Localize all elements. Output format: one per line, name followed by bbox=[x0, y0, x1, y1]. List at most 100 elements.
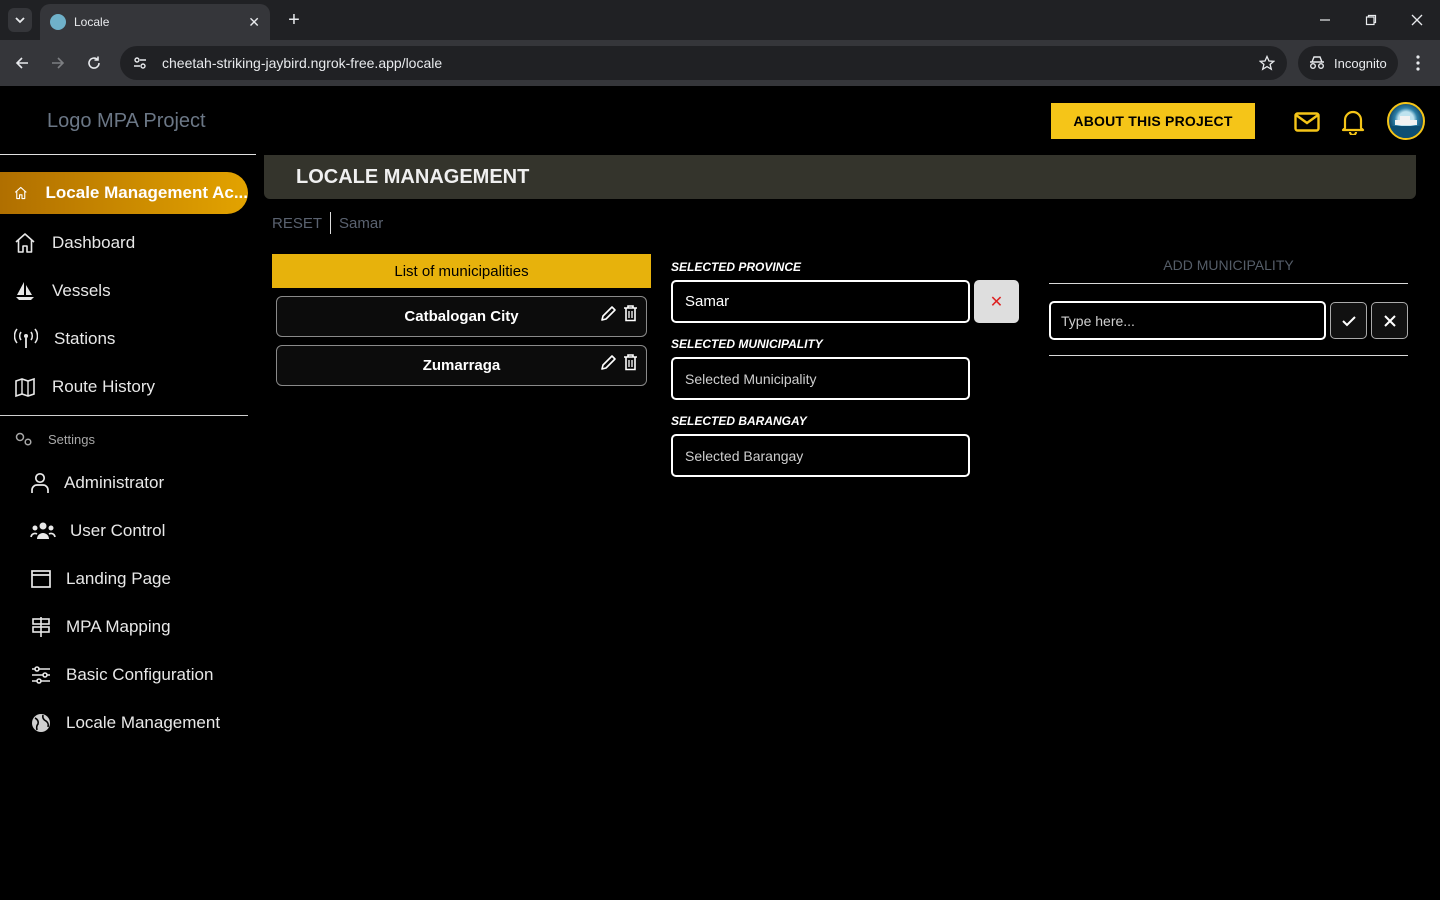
mail-button[interactable] bbox=[1293, 108, 1321, 136]
about-project-button[interactable]: ABOUT THIS PROJECT bbox=[1051, 103, 1255, 139]
arrow-left-icon bbox=[15, 57, 28, 69]
reload-button[interactable] bbox=[81, 50, 107, 76]
list-item[interactable]: Catbalogan City bbox=[276, 296, 647, 337]
edit-pencil-icon[interactable] bbox=[600, 354, 617, 371]
breadcrumb: RESET Samar bbox=[272, 212, 383, 234]
edit-pencil-icon[interactable] bbox=[600, 305, 617, 322]
bookmark-star-icon[interactable] bbox=[1259, 55, 1275, 71]
reload-icon bbox=[88, 56, 100, 69]
list-item[interactable]: Zumarraga bbox=[276, 345, 647, 386]
chevron-down-icon bbox=[15, 17, 25, 24]
address-bar[interactable]: cheetah-striking-jaybird.ngrok-free.app/… bbox=[120, 46, 1287, 80]
signpost-icon bbox=[32, 617, 50, 637]
close-icon: ✕ bbox=[989, 293, 1004, 311]
home-icon bbox=[15, 233, 35, 253]
tab-search-button[interactable] bbox=[8, 8, 32, 32]
browser-menu-button[interactable] bbox=[1408, 50, 1428, 76]
incognito-icon bbox=[1310, 56, 1324, 69]
users-icon bbox=[30, 522, 56, 539]
barangay-field[interactable]: Selected Barangay bbox=[671, 434, 970, 477]
browser-tab-bar: Locale ✕ + bbox=[0, 0, 1440, 40]
confirm-add-button[interactable] bbox=[1330, 302, 1367, 339]
sailboat-icon bbox=[16, 282, 34, 300]
sidebar-item-mpa-mapping[interactable]: MPA Mapping bbox=[30, 612, 171, 642]
sidebar-item-route-history[interactable]: Route History bbox=[14, 372, 155, 402]
sidebar-item-label: Dashboard bbox=[52, 233, 136, 252]
home-icon bbox=[14, 186, 27, 200]
clear-province-button[interactable]: ✕ bbox=[974, 280, 1019, 323]
more-vert-icon bbox=[1416, 55, 1420, 71]
sidebar-active-label: Locale Management Ac... bbox=[45, 183, 248, 202]
sidebar-item-label: Route History bbox=[52, 377, 155, 396]
sidebar-item-landing-page[interactable]: Landing Page bbox=[30, 564, 171, 594]
sidebar-item-label: Administrator bbox=[64, 473, 165, 492]
municipality-list-header: List of municipalities bbox=[272, 254, 651, 288]
trash-icon[interactable] bbox=[623, 354, 638, 371]
favicon-icon bbox=[50, 14, 66, 30]
sidebar-item-label: Stations bbox=[54, 329, 116, 348]
add-municipality-header: ADD MUNICIPALITY bbox=[1163, 257, 1294, 273]
add-section-divider bbox=[1049, 355, 1408, 356]
avatar-image-icon bbox=[1389, 116, 1423, 138]
url-text[interactable]: cheetah-striking-jaybird.ngrok-free.app/… bbox=[162, 55, 1259, 71]
user-avatar[interactable] bbox=[1387, 102, 1425, 140]
breadcrumb-reset[interactable]: RESET bbox=[272, 215, 322, 232]
municipality-label: SELECTED MUNICIPALITY bbox=[671, 337, 823, 351]
site-settings-icon[interactable] bbox=[132, 55, 148, 71]
mail-icon bbox=[1294, 112, 1320, 132]
sidebar-item-basic-configuration[interactable]: Basic Configuration bbox=[30, 660, 213, 690]
restore-button[interactable] bbox=[1359, 8, 1383, 32]
sidebar-item-user-control[interactable]: User Control bbox=[30, 516, 165, 546]
map-icon bbox=[15, 377, 35, 398]
cancel-add-button[interactable] bbox=[1371, 302, 1408, 339]
barangay-label: SELECTED BARANGAY bbox=[671, 414, 807, 428]
sidebar-item-locale-management-active[interactable]: Locale Management Ac... bbox=[0, 172, 248, 214]
arrow-right-icon bbox=[52, 57, 65, 69]
app-logo[interactable]: Logo MPA Project bbox=[47, 110, 206, 133]
window-icon bbox=[31, 570, 51, 588]
antenna-icon bbox=[14, 328, 38, 348]
settings-label: Settings bbox=[48, 431, 95, 447]
close-window-button[interactable] bbox=[1405, 8, 1429, 32]
settings-section-header: Settings bbox=[14, 431, 95, 447]
province-field[interactable]: Samar bbox=[671, 280, 970, 323]
browser-toolbar: cheetah-striking-jaybird.ngrok-free.app/… bbox=[0, 40, 1440, 86]
sidebar-divider bbox=[0, 154, 256, 155]
close-icon bbox=[1383, 314, 1396, 327]
page-title-banner: LOCALE MANAGEMENT bbox=[264, 155, 1416, 199]
sidebar-item-label: MPA Mapping bbox=[66, 617, 171, 636]
sidebar-item-label: Locale Management bbox=[66, 713, 221, 732]
municipality-name: Catbalogan City bbox=[404, 308, 519, 325]
sidebar-item-locale-management[interactable]: Locale Management bbox=[30, 708, 220, 738]
sidebar-divider bbox=[0, 415, 248, 416]
forward-button[interactable] bbox=[45, 50, 71, 76]
sidebar-item-label: User Control bbox=[70, 521, 166, 540]
page-title: LOCALE MANAGEMENT bbox=[296, 165, 530, 188]
sidebar-item-label: Landing Page bbox=[66, 569, 171, 588]
check-icon bbox=[1341, 315, 1356, 326]
tab-title: Locale bbox=[74, 15, 110, 29]
sliders-icon bbox=[32, 666, 50, 684]
municipality-field[interactable]: Selected Municipality bbox=[671, 357, 970, 400]
sidebar-item-administrator[interactable]: Administrator bbox=[30, 468, 164, 498]
bell-icon bbox=[1341, 110, 1365, 135]
globe-icon bbox=[32, 714, 50, 732]
notifications-button[interactable] bbox=[1339, 108, 1367, 136]
new-tab-button[interactable]: + bbox=[282, 8, 306, 32]
breadcrumb-separator bbox=[330, 212, 332, 234]
trash-icon[interactable] bbox=[623, 305, 638, 322]
add-municipality-input[interactable]: Type here... bbox=[1049, 301, 1326, 340]
sidebar-item-stations[interactable]: Stations bbox=[14, 324, 115, 354]
sidebar-item-label: Vessels bbox=[52, 281, 111, 300]
sidebar-item-dashboard[interactable]: Dashboard bbox=[14, 228, 135, 258]
minimize-button[interactable] bbox=[1313, 8, 1337, 32]
sidebar-item-label: Basic Configuration bbox=[66, 665, 214, 684]
gears-icon bbox=[15, 432, 32, 446]
tab-close-icon[interactable]: ✕ bbox=[248, 14, 260, 31]
sidebar-item-vessels[interactable]: Vessels bbox=[14, 276, 111, 306]
browser-tab[interactable]: Locale ✕ bbox=[40, 4, 270, 40]
breadcrumb-current[interactable]: Samar bbox=[339, 215, 383, 232]
incognito-indicator[interactable]: Incognito bbox=[1298, 46, 1398, 80]
back-button[interactable] bbox=[9, 50, 35, 76]
municipality-name: Zumarraga bbox=[422, 357, 501, 374]
